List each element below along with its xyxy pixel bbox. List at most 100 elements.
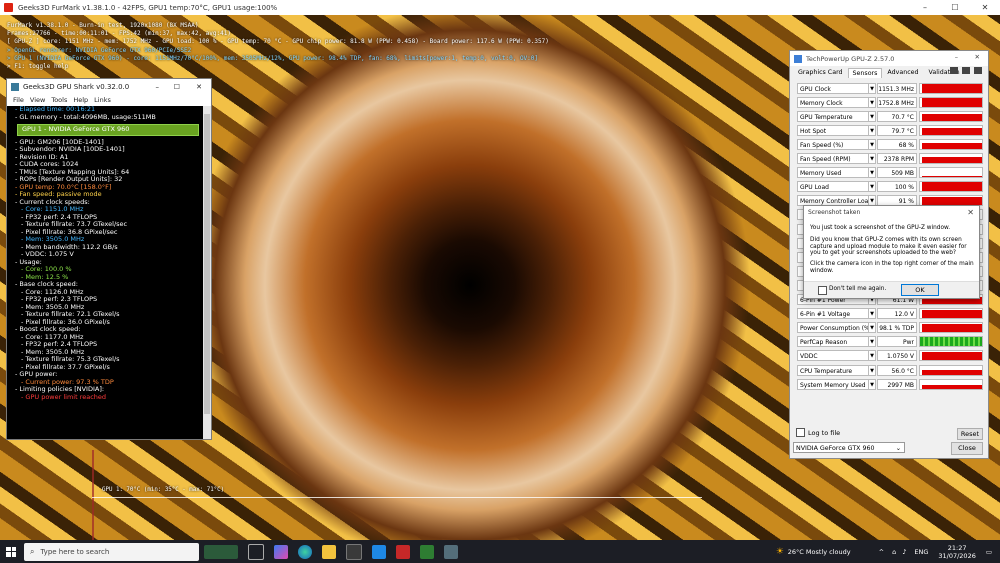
dialog-footer: Don't tell me again. OK: [804, 281, 979, 298]
sensor-label[interactable]: PerfCap Reason: [797, 336, 869, 348]
furmark-titlebar[interactable]: Geeks3D FurMark v1.38.1.0 - 42FPS, GPU1 …: [0, 0, 1000, 16]
minimize-icon[interactable]: –: [910, 0, 940, 15]
start-button[interactable]: [0, 546, 22, 557]
language-indicator[interactable]: ENG: [914, 548, 928, 556]
sensor-graph-fill: [922, 385, 982, 389]
gpuz-taskbar-icon[interactable]: [420, 544, 434, 559]
volume-icon[interactable]: ♪: [902, 548, 906, 556]
dont-tell-checkbox[interactable]: [818, 286, 827, 295]
sensor-label[interactable]: Power Consumption (%): [797, 322, 869, 334]
sensor-graph: [919, 181, 983, 193]
chevron-down-icon[interactable]: ▼: [869, 378, 876, 390]
sensor-label[interactable]: GPU Clock: [797, 82, 869, 94]
mail-icon[interactable]: [372, 544, 386, 559]
tray-chevron-icon[interactable]: ^: [879, 548, 884, 556]
sensor-graph-fill: [922, 176, 982, 178]
screenshot-dialog[interactable]: Screenshot taken ✕ You just took a scree…: [803, 205, 980, 299]
maximize-icon[interactable]: ☐: [940, 0, 970, 15]
chevron-down-icon[interactable]: ▼: [869, 308, 876, 320]
sensor-label[interactable]: System Memory Used: [797, 378, 869, 390]
dialog-titlebar[interactable]: Screenshot taken ✕: [804, 206, 979, 219]
windows-icon: [6, 546, 16, 557]
menu-file[interactable]: File: [13, 96, 24, 104]
chevron-down-icon[interactable]: ▼: [869, 110, 876, 122]
chevron-down-icon[interactable]: ▼: [869, 336, 876, 348]
gpushark-scrollbar[interactable]: [203, 106, 211, 439]
menu-tools[interactable]: Tools: [51, 96, 67, 104]
log-label: Log to file: [808, 428, 841, 437]
sensor-label[interactable]: Hot Spot: [797, 124, 869, 136]
search-highlight-icon[interactable]: [204, 544, 238, 559]
menu-icon[interactable]: [974, 67, 982, 74]
clock[interactable]: 21:27 31/07/2026: [938, 544, 975, 560]
overlay-line: > OpenGL renderer: NVIDIA GeForce GTX 96…: [7, 46, 192, 54]
close-button[interactable]: Close: [951, 442, 983, 455]
minimize-icon[interactable]: –: [955, 53, 958, 61]
sensor-label[interactable]: VDDC: [797, 350, 869, 362]
menu-view[interactable]: View: [30, 96, 45, 104]
chevron-down-icon[interactable]: ▼: [869, 124, 876, 136]
sensor-label[interactable]: Fan Speed (RPM): [797, 153, 869, 164]
edge-icon[interactable]: [298, 544, 312, 559]
gpu-header[interactable]: GPU 1 - NVIDIA GeForce GTX 960: [17, 124, 199, 136]
tab-advanced[interactable]: Advanced: [882, 67, 923, 78]
sensor-graph-fill: [922, 309, 982, 319]
notification-icon[interactable]: ▭: [986, 548, 992, 556]
close-icon[interactable]: ✕: [975, 53, 980, 61]
sensor-label[interactable]: Fan Speed (%): [797, 138, 869, 150]
taskbar-search[interactable]: ⌕ Type here to search: [24, 542, 199, 561]
weather-icon: ☀: [775, 546, 784, 557]
chevron-down-icon[interactable]: ▼: [869, 138, 876, 150]
reset-button[interactable]: Reset: [957, 428, 983, 440]
log-checkbox[interactable]: [796, 428, 805, 437]
chevron-down-icon[interactable]: ▼: [869, 82, 876, 94]
menu-help[interactable]: Help: [73, 96, 88, 104]
sensor-value: 12.0 V: [877, 308, 917, 320]
scroll-thumb[interactable]: [204, 114, 210, 414]
minimize-icon[interactable]: –: [156, 83, 160, 91]
chevron-down-icon: ⌄: [895, 445, 901, 452]
gpuz-titlebar[interactable]: TechPowerUp GPU-Z 2.57.0 – ✕: [790, 51, 988, 66]
clock-time: 21:27: [947, 543, 967, 552]
furmark-temp-graph: GPU 1: 70°C (min: 35°C - max: 71°C): [0, 450, 1000, 540]
sensor-graph: [919, 167, 983, 179]
file-explorer-icon[interactable]: [322, 544, 336, 559]
network-icon[interactable]: ⌂: [892, 548, 896, 556]
chevron-down-icon[interactable]: ▼: [869, 350, 876, 362]
task-view-icon[interactable]: [248, 543, 264, 560]
sensor-label[interactable]: Memory Used: [797, 167, 869, 179]
sensor-graph: [919, 378, 983, 390]
close-icon[interactable]: ✕: [967, 208, 974, 217]
gpushark-window[interactable]: Geeks3D GPU Shark v0.32.0.0 – ☐ ✕ File V…: [6, 78, 212, 440]
chevron-down-icon[interactable]: ▼: [869, 322, 876, 334]
chevron-down-icon[interactable]: ▼: [869, 181, 876, 193]
gpushark-titlebar[interactable]: Geeks3D GPU Shark v0.32.0.0 – ☐ ✕: [7, 79, 211, 94]
weather-text[interactable]: 26°C Mostly cloudy: [788, 548, 851, 556]
chevron-down-icon[interactable]: ▼: [869, 167, 876, 179]
chevron-down-icon[interactable]: ▼: [869, 364, 876, 376]
sensor-label[interactable]: CPU Temperature: [797, 364, 869, 376]
tab-sensors[interactable]: Sensors: [847, 68, 883, 78]
menu-links[interactable]: Links: [94, 96, 111, 104]
furmark-taskbar-icon[interactable]: [396, 544, 410, 559]
chevron-down-icon[interactable]: ▼: [869, 153, 876, 164]
close-icon[interactable]: ✕: [970, 0, 1000, 15]
refresh-icon[interactable]: [962, 67, 970, 74]
sensor-label[interactable]: GPU Load: [797, 181, 869, 193]
sensor-label[interactable]: 6-Pin #1 Voltage: [797, 308, 869, 320]
maximize-icon[interactable]: ☐: [174, 83, 180, 91]
sensor-label[interactable]: Memory Clock: [797, 96, 869, 108]
copilot-icon[interactable]: [274, 544, 288, 559]
sensor-label[interactable]: GPU Temperature: [797, 110, 869, 122]
gpushark-taskbar-icon[interactable]: [444, 544, 458, 559]
ok-button[interactable]: OK: [901, 284, 939, 296]
sensor-graph: [919, 322, 983, 334]
device-select[interactable]: NVIDIA GeForce GTX 960 ⌄: [793, 442, 905, 453]
chevron-down-icon[interactable]: ▼: [869, 96, 876, 108]
store-icon[interactable]: [346, 543, 362, 560]
camera-icon[interactable]: [950, 67, 958, 74]
close-icon[interactable]: ✕: [196, 83, 202, 91]
furmark-overlay-text: FurMark v1.38.1.0 - Burn-in test, 1920x1…: [7, 22, 549, 71]
log-to-file[interactable]: Log to file: [796, 428, 840, 437]
tab-graphics-card[interactable]: Graphics Card: [793, 67, 848, 78]
